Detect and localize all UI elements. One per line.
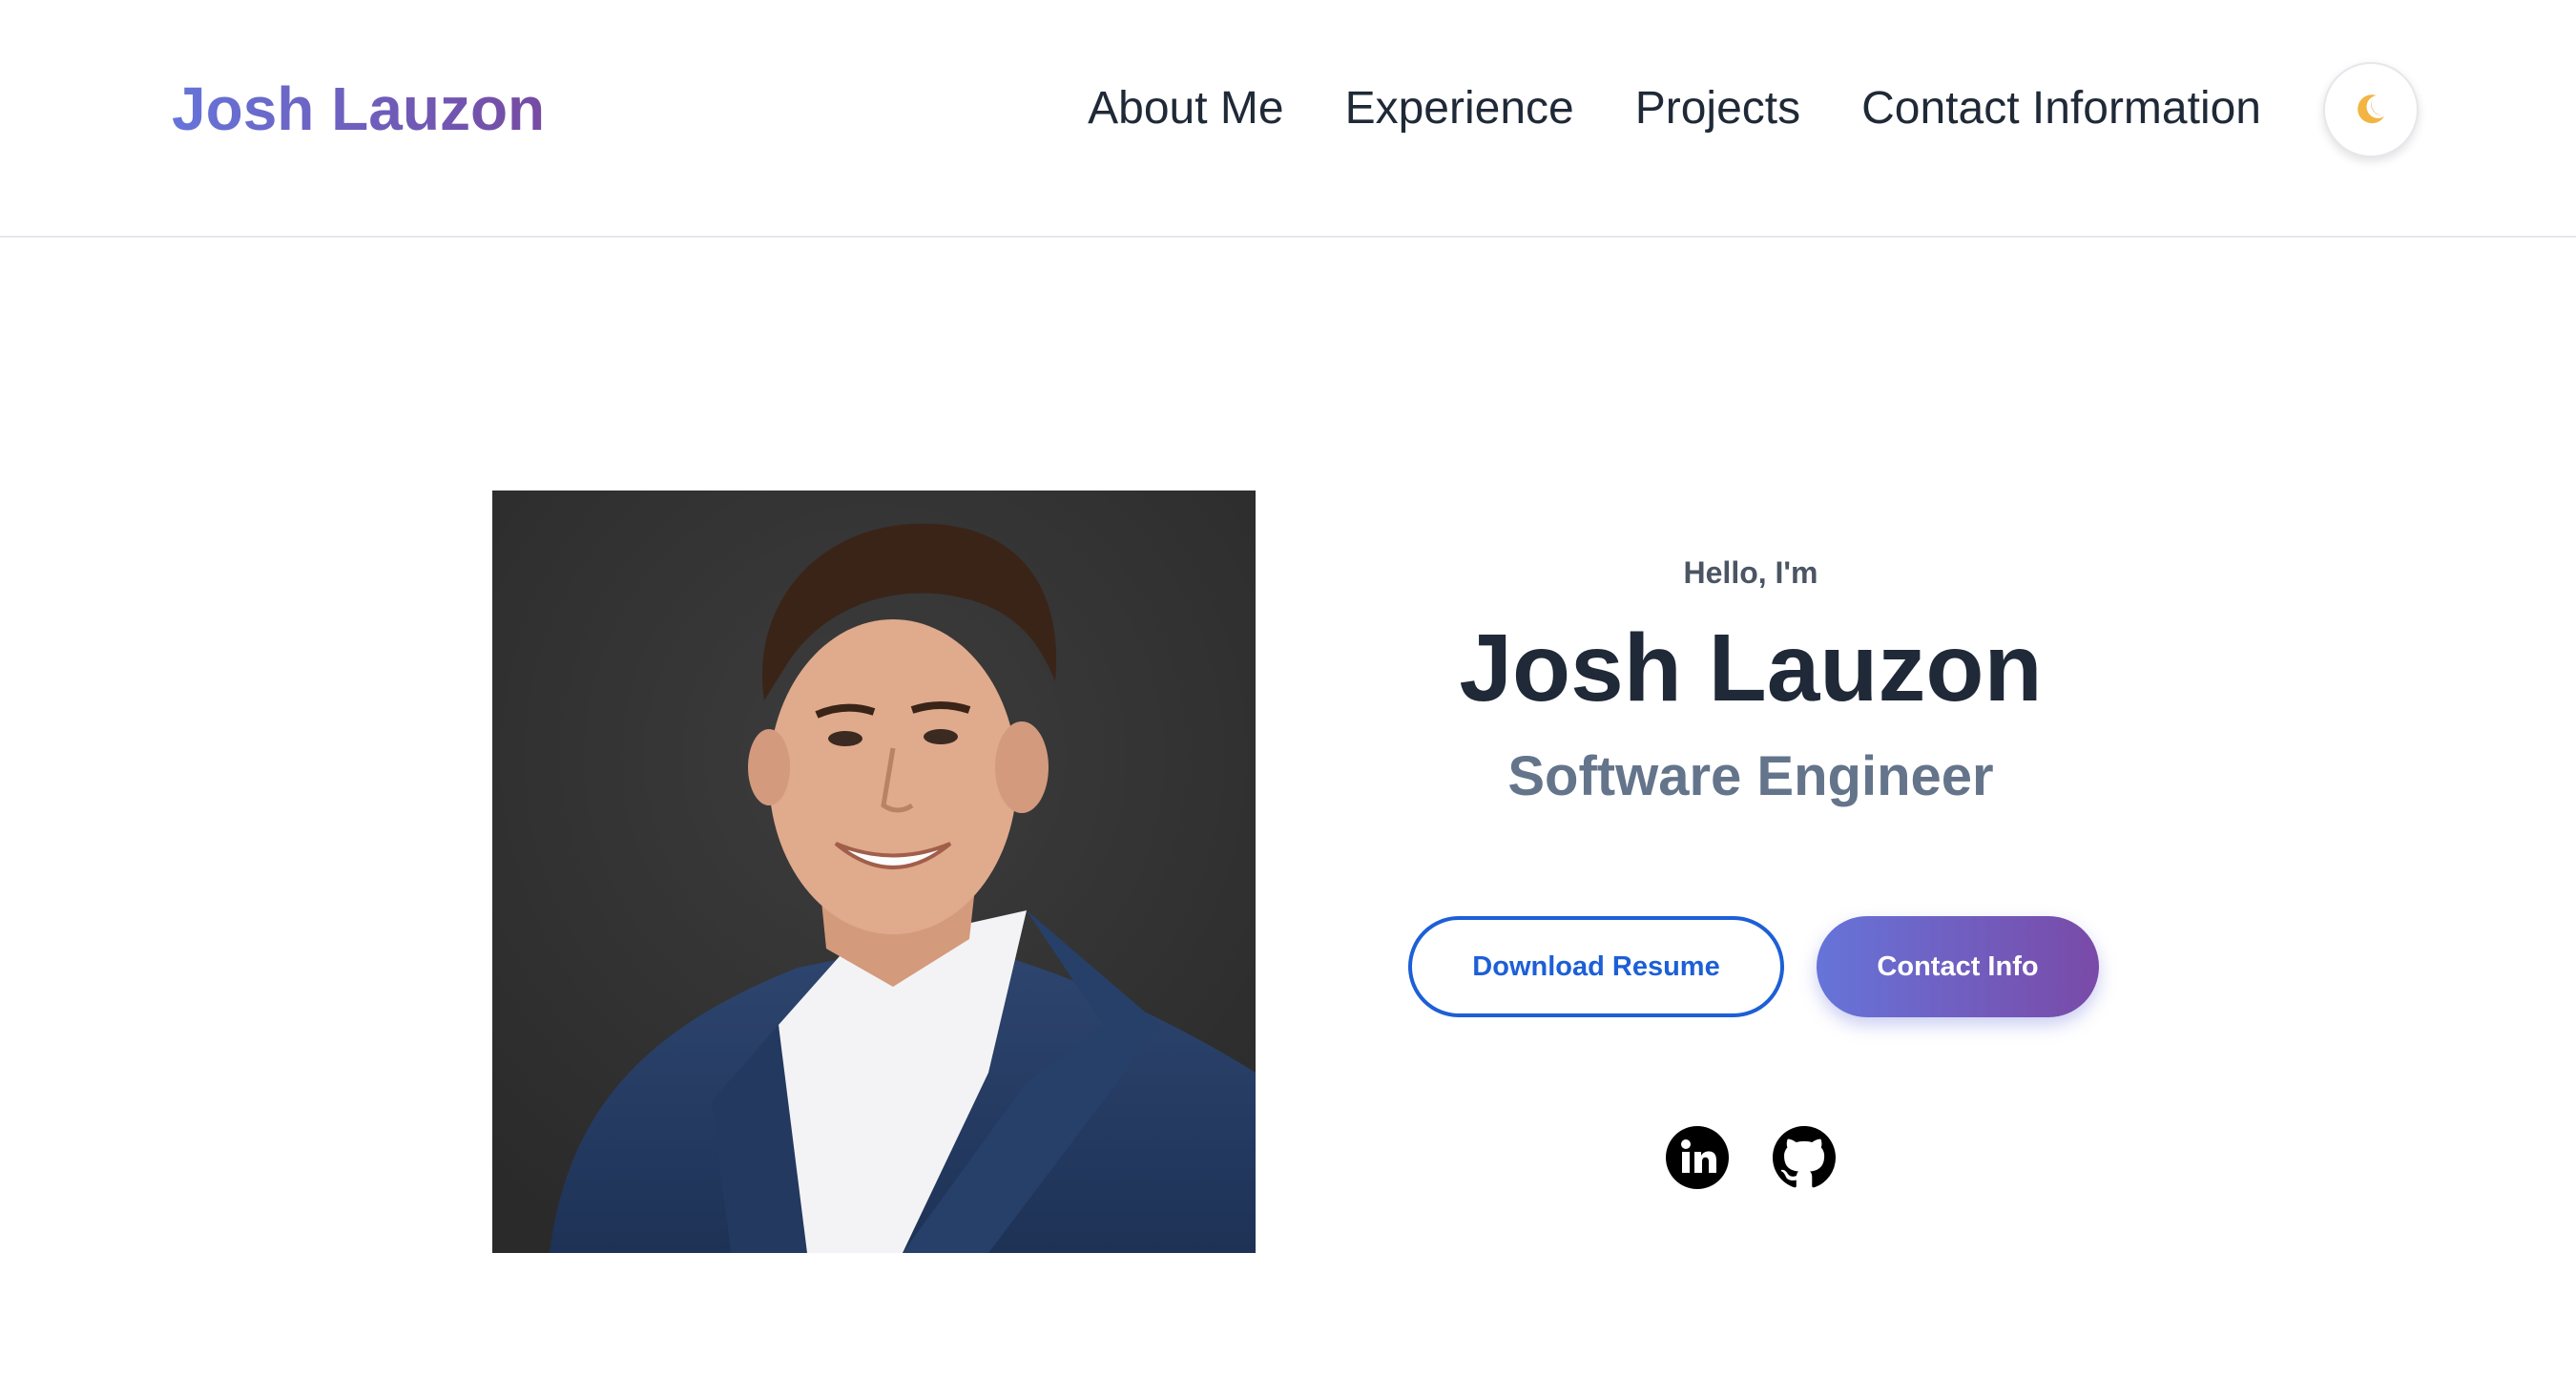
profile-photo	[492, 491, 1256, 1253]
contact-info-button[interactable]: Contact Info	[1817, 916, 2099, 1017]
hero-name: Josh Lauzon	[1459, 615, 2043, 721]
nav-link-experience[interactable]: Experience	[1345, 80, 1574, 137]
nav-links: About Me Experience Projects Contact Inf…	[1088, 80, 2261, 137]
hero-title: Software Engineer	[1507, 745, 1994, 807]
brand-logo[interactable]: Josh Lauzon	[172, 73, 545, 145]
theme-toggle-button[interactable]	[2323, 62, 2419, 157]
download-resume-button[interactable]: Download Resume	[1408, 916, 1784, 1017]
hero-buttons: Download Resume Contact Info	[1408, 916, 2099, 1017]
github-icon[interactable]	[1773, 1126, 1836, 1189]
navbar: Josh Lauzon About Me Experience Projects…	[0, 0, 2576, 238]
nav-link-projects[interactable]: Projects	[1635, 80, 1800, 137]
moon-icon	[2352, 90, 2390, 131]
nav-link-about-me[interactable]: About Me	[1088, 80, 1283, 137]
hero-text: Hello, I'm Josh Lauzon Software Engineer	[1364, 553, 2137, 809]
social-links	[1666, 1126, 1836, 1189]
greeting-text: Hello, I'm	[1683, 555, 1818, 590]
nav-link-contact-information[interactable]: Contact Information	[1861, 80, 2261, 137]
linkedin-icon[interactable]	[1666, 1126, 1729, 1189]
